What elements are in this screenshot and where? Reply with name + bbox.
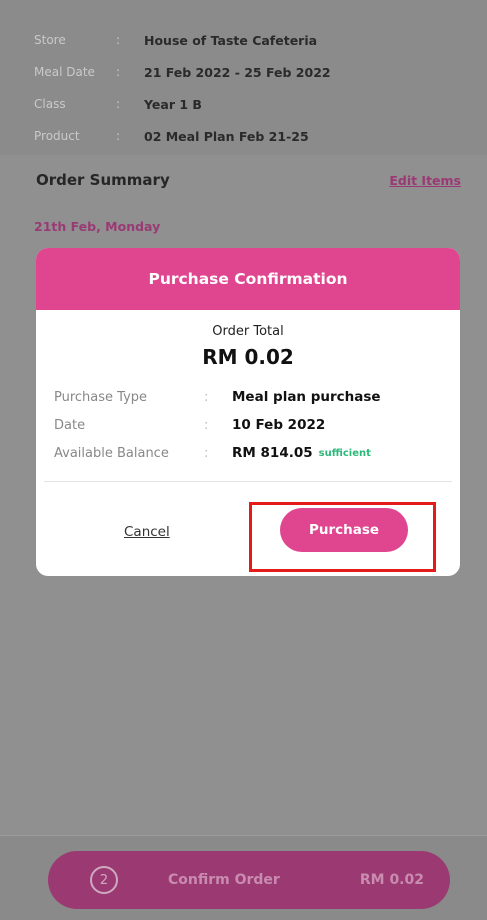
store-value: House of Taste Cafeteria (144, 32, 318, 48)
available-balance-value: RM 814.05 (232, 445, 313, 461)
meal-date-label: Meal Date (34, 65, 95, 79)
order-info-header: Store : House of Taste Cafeteria Meal Da… (0, 0, 487, 155)
separator: : (116, 33, 121, 47)
separator: : (204, 417, 209, 433)
purchase-highlight-box (249, 502, 436, 572)
detail-row-date: Date : 10 Feb 2022 (54, 411, 460, 439)
detail-row-available-balance: Available Balance : RM 814.05 sufficient (54, 439, 460, 467)
purchase-details: Purchase Type : Meal plan purchase Date … (36, 383, 460, 467)
detail-row-purchase-type: Purchase Type : Meal plan purchase (54, 383, 460, 411)
balance-status-badge: sufficient (318, 447, 371, 459)
info-row-product: Product : 02 Meal Plan Feb 21-25 (34, 120, 487, 152)
separator: : (116, 97, 121, 111)
confirm-order-label: Confirm Order (168, 872, 280, 888)
edit-items-link[interactable]: Edit Items (389, 173, 461, 188)
date-label: Date (54, 417, 86, 433)
confirm-order-button[interactable]: 2 Confirm Order RM 0.02 (48, 851, 450, 909)
order-summary-title: Order Summary (36, 171, 170, 189)
info-row-meal-date: Meal Date : 21 Feb 2022 - 25 Feb 2022 (34, 56, 487, 88)
separator: : (116, 65, 121, 79)
class-label: Class (34, 97, 66, 111)
product-value: 02 Meal Plan Feb 21-25 (144, 128, 309, 144)
info-row-class: Class : Year 1 B (34, 88, 487, 120)
step-number-badge: 2 (90, 866, 118, 894)
purchase-type-value: Meal plan purchase (232, 389, 381, 405)
order-total-value: RM 0.02 (202, 345, 294, 369)
available-balance-label: Available Balance (54, 445, 169, 461)
footer: 2 Confirm Order RM 0.02 (0, 835, 487, 920)
store-label: Store (34, 33, 66, 47)
dialog-title: Purchase Confirmation (148, 270, 348, 288)
separator: : (204, 389, 209, 405)
day-label: 21th Feb, Monday (34, 219, 161, 234)
separator: : (116, 129, 121, 143)
confirm-order-total: RM 0.02 (359, 872, 424, 888)
cancel-button[interactable]: Cancel (124, 524, 170, 540)
date-value: 10 Feb 2022 (232, 417, 326, 433)
info-row-store: Store : House of Taste Cafeteria (34, 24, 487, 56)
separator: : (204, 445, 209, 461)
product-label: Product (34, 129, 80, 143)
order-total-label: Order Total (212, 324, 284, 339)
meal-date-value: 21 Feb 2022 - 25 Feb 2022 (144, 64, 331, 80)
dialog-header: Purchase Confirmation (36, 248, 460, 310)
purchase-type-label: Purchase Type (54, 389, 148, 405)
class-value: Year 1 B (144, 96, 202, 112)
